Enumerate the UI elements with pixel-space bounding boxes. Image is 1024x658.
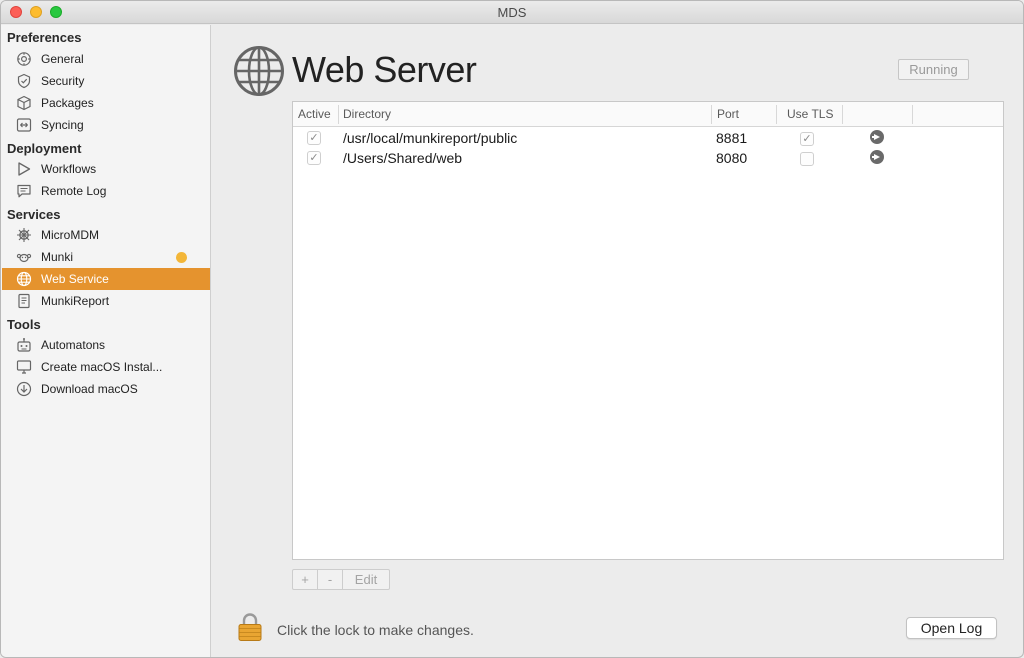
sidebar-item-munkireport[interactable]: MunkiReport <box>2 290 210 312</box>
monitor-icon <box>16 360 32 374</box>
sidebar-item-label: MicroMDM <box>41 228 99 242</box>
active-checkbox[interactable]: ✓ <box>307 151 321 165</box>
section-header-preferences: Preferences <box>7 30 82 45</box>
title-bar: MDS <box>1 1 1023 24</box>
lock-message: Click the lock to make changes. <box>277 622 474 638</box>
sidebar-item-remote-log[interactable]: Remote Log <box>2 180 210 202</box>
section-header-tools: Tools <box>7 317 41 332</box>
directory-cell: /usr/local/munkireport/public <box>343 130 518 146</box>
page-title: Web Server <box>292 49 477 90</box>
table-controls: + - Edit <box>292 569 390 590</box>
gear-icon <box>17 52 31 66</box>
add-button[interactable]: + <box>293 570 318 589</box>
sidebar-item-automatons[interactable]: Automatons <box>2 334 210 356</box>
app-window: MDS Preferences General Security Package… <box>0 0 1024 658</box>
table-header: Active Directory Port Use TLS <box>293 102 1003 127</box>
section-header-services: Services <box>7 207 61 222</box>
tls-checkbox[interactable] <box>800 152 814 166</box>
port-cell: 8080 <box>716 150 748 166</box>
sidebar-item-label: Download macOS <box>41 382 138 396</box>
sidebar-item-micromdm[interactable]: MicroMDM <box>2 224 210 246</box>
sidebar-item-munki[interactable]: Munki <box>2 246 210 268</box>
edit-button[interactable]: Edit <box>343 570 389 589</box>
sidebar-item-security[interactable]: Security <box>2 70 210 92</box>
report-icon <box>18 293 30 309</box>
lock-icon[interactable] <box>237 612 263 642</box>
package-icon <box>17 95 31 111</box>
status-badge <box>176 252 187 263</box>
server-table: Active Directory Port Use TLS ✓ /usr/loc… <box>292 101 1004 560</box>
speech-bubble-icon <box>17 184 31 198</box>
sidebar-item-syncing[interactable]: Syncing <box>2 114 210 136</box>
port-cell: 8881 <box>716 130 748 146</box>
shield-icon <box>17 73 31 89</box>
sidebar-item-label: Packages <box>41 96 94 110</box>
status-button[interactable]: Running <box>898 59 969 80</box>
column-header-port[interactable]: Port <box>717 107 739 121</box>
column-header-active[interactable]: Active <box>298 107 331 121</box>
globe-icon <box>16 271 32 287</box>
download-icon <box>16 381 32 397</box>
window-title: MDS <box>497 5 527 20</box>
remove-button[interactable]: - <box>318 570 343 589</box>
section-header-deployment: Deployment <box>7 141 82 156</box>
sidebar-item-label: General <box>41 52 84 66</box>
play-icon <box>18 162 31 176</box>
sidebar-item-label: Automatons <box>41 338 106 352</box>
sidebar: Preferences General Security Packages Sy… <box>1 25 211 657</box>
sidebar-item-download-macos[interactable]: Download macOS <box>2 378 210 400</box>
column-header-use-tls[interactable]: Use TLS <box>787 107 833 121</box>
sidebar-item-label: Workflows <box>41 162 97 176</box>
robot-icon <box>17 338 31 352</box>
go-arrow-icon[interactable] <box>870 150 884 164</box>
sidebar-item-label: Remote Log <box>41 184 107 198</box>
active-checkbox[interactable]: ✓ <box>307 131 321 145</box>
sidebar-item-label: Security <box>41 74 85 88</box>
open-log-button[interactable]: Open Log <box>906 617 997 639</box>
tls-checkbox[interactable]: ✓ <box>800 132 814 146</box>
table-row[interactable]: ✓ /Users/Shared/web 8080 <box>293 148 1003 168</box>
sidebar-item-label: Web Service <box>41 272 109 286</box>
sidebar-item-label: Create macOS Instal... <box>41 360 163 374</box>
sidebar-item-workflows[interactable]: Workflows <box>2 158 210 180</box>
go-arrow-icon[interactable] <box>870 130 884 144</box>
table-row[interactable]: ✓ /usr/local/munkireport/public 8881 ✓ <box>293 128 1003 148</box>
sidebar-item-packages[interactable]: Packages <box>2 92 210 114</box>
munki-icon <box>16 253 32 263</box>
sidebar-item-label: Munki <box>41 250 74 264</box>
sync-icon <box>16 118 32 132</box>
globe-icon <box>234 46 284 96</box>
sidebar-item-create-macos-installer[interactable]: Create macOS Instal... <box>2 356 210 378</box>
helm-icon <box>17 228 31 242</box>
sidebar-item-general[interactable]: General <box>2 48 210 70</box>
sidebar-item-label: Syncing <box>41 118 84 132</box>
sidebar-item-label: MunkiReport <box>41 294 110 308</box>
directory-cell: /Users/Shared/web <box>343 150 463 166</box>
column-header-directory[interactable]: Directory <box>343 107 391 121</box>
sidebar-item-web-service[interactable]: Web Service <box>2 268 210 290</box>
